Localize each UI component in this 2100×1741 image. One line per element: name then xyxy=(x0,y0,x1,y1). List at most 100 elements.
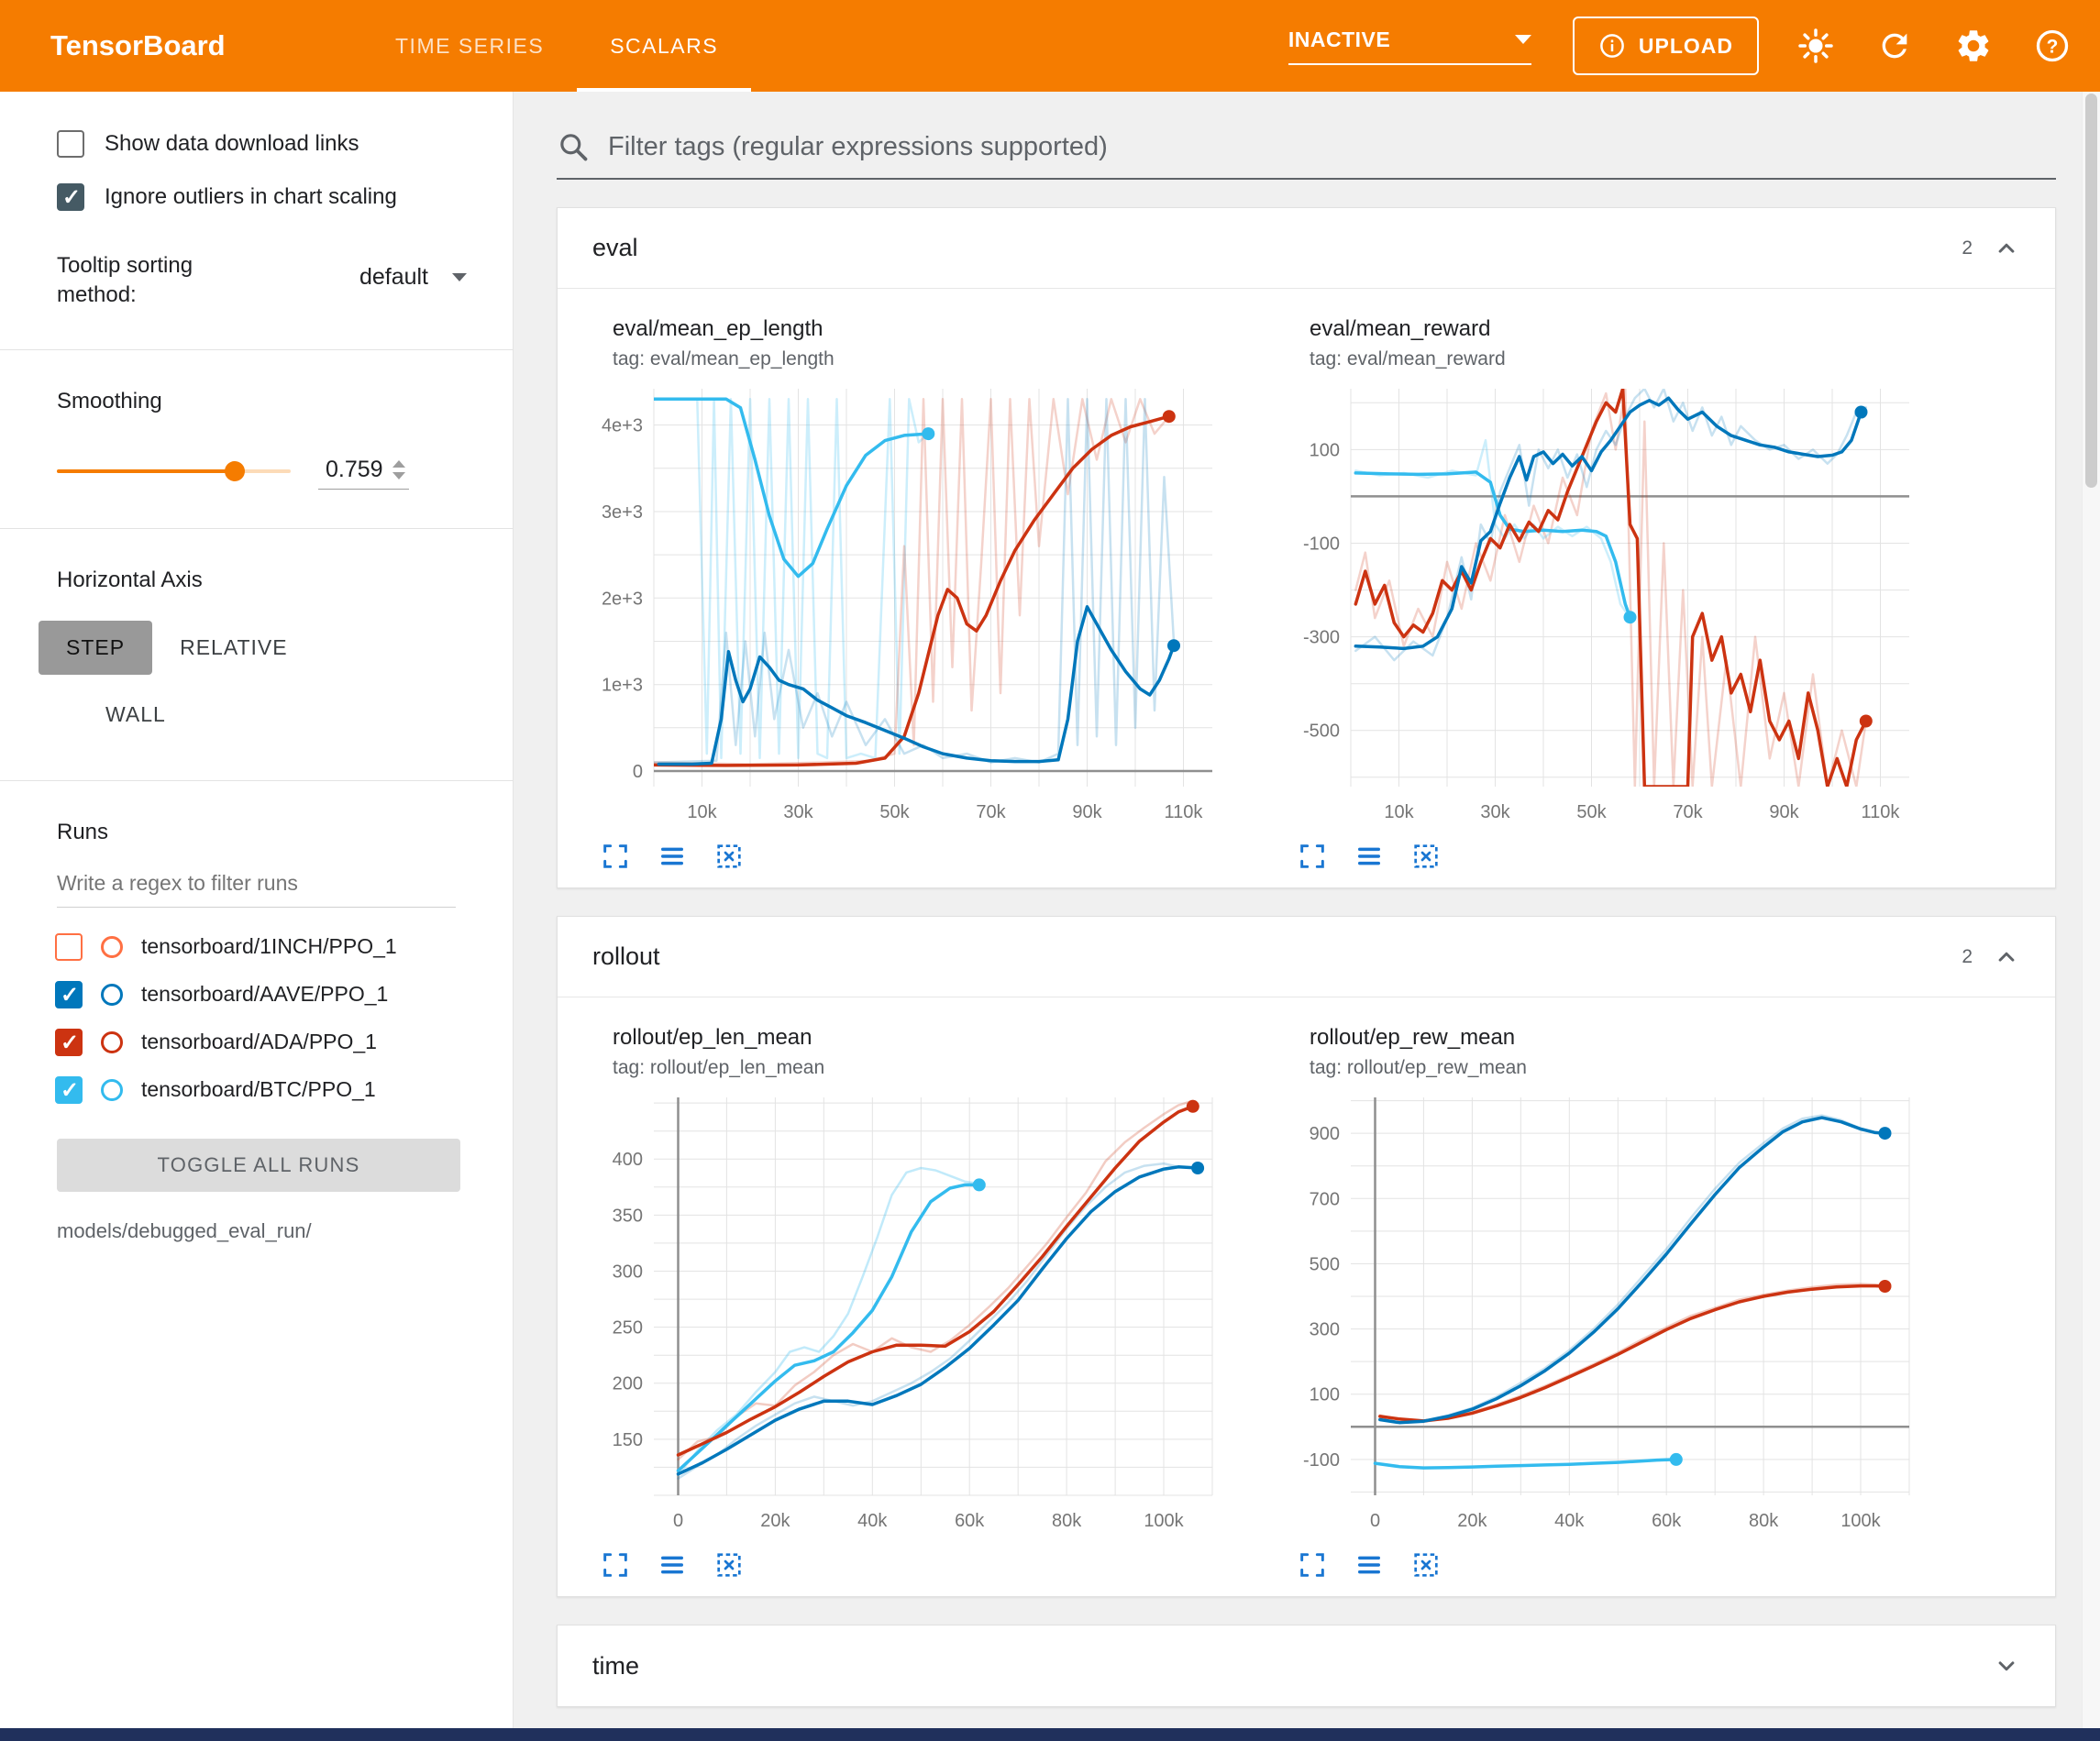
run-label: tensorboard/1INCH/PPO_1 xyxy=(141,934,397,959)
svg-text:0: 0 xyxy=(1370,1511,1380,1531)
view-data-icon[interactable] xyxy=(658,842,687,871)
run-row-btc[interactable]: tensorboard/BTC/PPO_1 xyxy=(55,1076,513,1104)
smoothing-value: 0.759 xyxy=(326,457,383,483)
svg-text:150: 150 xyxy=(613,1430,643,1450)
view-data-icon[interactable] xyxy=(658,1550,687,1580)
brightness-icon[interactable] xyxy=(1796,26,1836,66)
smoothing-input[interactable]: 0.759 xyxy=(318,453,409,490)
chart-title: eval/mean_ep_length xyxy=(613,316,1227,342)
show-download-links-row[interactable]: Show data download links xyxy=(57,130,513,158)
section-title: rollout xyxy=(592,942,660,971)
run-checkbox[interactable] xyxy=(55,981,83,1008)
axis-relative-button[interactable]: RELATIVE xyxy=(152,621,315,675)
fit-domain-icon[interactable] xyxy=(1411,842,1441,871)
app-title: TensorBoard xyxy=(50,29,326,62)
expand-chart-icon[interactable] xyxy=(1298,1550,1327,1580)
scrollbar-thumb[interactable] xyxy=(2085,94,2097,488)
dashboard-main: Filter tags (regular expressions support… xyxy=(514,92,2082,1728)
toggle-all-runs-button[interactable]: TOGGLE ALL RUNS xyxy=(57,1139,460,1192)
section-eval-header[interactable]: eval 2 xyxy=(558,208,2055,289)
chart-rollout-ep-rew-mean: rollout/ep_rew_mean tag: rollout/ep_rew_… xyxy=(1277,1025,1924,1580)
svg-text:100k: 100k xyxy=(1840,1511,1881,1531)
ignore-outliers-row[interactable]: Ignore outliers in chart scaling xyxy=(57,183,513,211)
chart-title: rollout/ep_rew_mean xyxy=(1310,1025,1924,1051)
upload-button-label: UPLOAD xyxy=(1639,34,1733,59)
smoothing-stepper[interactable] xyxy=(392,460,405,479)
section-time-header[interactable]: time xyxy=(558,1625,2055,1706)
chevron-up-icon[interactable] xyxy=(1993,235,2020,262)
section-count: 2 xyxy=(1962,237,1973,259)
help-icon[interactable]: ? xyxy=(2032,26,2072,66)
view-data-icon[interactable] xyxy=(1354,1550,1384,1580)
axis-wall-button[interactable]: WALL xyxy=(78,688,193,742)
run-color-swatch xyxy=(101,936,123,958)
run-color-swatch xyxy=(101,984,123,1006)
fit-domain-icon[interactable] xyxy=(714,1550,744,1580)
status-dropdown[interactable]: INACTIVE xyxy=(1288,28,1531,65)
runs-filter-input[interactable]: Write a regex to filter runs xyxy=(57,871,456,908)
tooltip-sorting-value: default xyxy=(359,264,428,291)
smoothing-fill xyxy=(57,469,235,473)
run-checkbox[interactable] xyxy=(55,1076,83,1104)
run-label: tensorboard/AAVE/PPO_1 xyxy=(141,982,388,1007)
svg-text:70k: 70k xyxy=(976,802,1006,822)
chart-tag: tag: eval/mean_reward xyxy=(1310,348,1924,370)
line-chart[interactable]: 020k40k60k80k100k-100100300500700900 xyxy=(1277,1086,1924,1545)
show-download-links-checkbox[interactable] xyxy=(57,130,84,158)
svg-text:100: 100 xyxy=(1310,440,1340,460)
settings-gear-icon[interactable] xyxy=(1953,26,1994,66)
fit-domain-icon[interactable] xyxy=(1411,1550,1441,1580)
chevron-up-icon[interactable] xyxy=(1993,943,2020,971)
svg-text:30k: 30k xyxy=(783,802,813,822)
view-data-icon[interactable] xyxy=(1354,842,1384,871)
svg-text:110k: 110k xyxy=(1165,802,1204,822)
svg-text:80k: 80k xyxy=(1052,1511,1082,1531)
tab-time-series[interactable]: TIME SERIES xyxy=(362,0,577,92)
chart-rollout-ep-len-mean: rollout/ep_len_mean tag: rollout/ep_len_… xyxy=(580,1025,1227,1580)
bottom-bar xyxy=(0,1728,2100,1741)
svg-text:20k: 20k xyxy=(1457,1511,1487,1531)
svg-text:900: 900 xyxy=(1310,1124,1340,1144)
settings-sidebar: Show data download links Ignore outliers… xyxy=(0,92,514,1728)
expand-chart-icon[interactable] xyxy=(601,1550,630,1580)
chart-title: rollout/ep_len_mean xyxy=(613,1025,1227,1051)
axis-step-button[interactable]: STEP xyxy=(39,621,152,675)
run-checkbox[interactable] xyxy=(55,933,83,961)
chevron-down-icon[interactable] xyxy=(1993,1652,2020,1680)
status-dropdown-value: INACTIVE xyxy=(1288,28,1390,52)
run-row-1inch[interactable]: tensorboard/1INCH/PPO_1 xyxy=(55,933,513,961)
svg-text:10k: 10k xyxy=(1384,802,1414,822)
tab-scalars[interactable]: SCALARS xyxy=(577,0,751,92)
upload-button[interactable]: UPLOAD xyxy=(1573,17,1759,75)
fit-domain-icon[interactable] xyxy=(714,842,744,871)
run-checkbox[interactable] xyxy=(55,1029,83,1056)
smoothing-slider[interactable] xyxy=(57,469,291,473)
svg-text:50k: 50k xyxy=(879,802,910,822)
svg-text:60k: 60k xyxy=(1652,1511,1682,1531)
svg-text:400: 400 xyxy=(613,1150,643,1170)
ignore-outliers-checkbox[interactable] xyxy=(57,183,84,211)
app-header: TensorBoard TIME SERIES SCALARS INACTIVE… xyxy=(0,0,2100,92)
line-chart[interactable]: 10k30k50k70k90k110k-500-300-100100 xyxy=(1277,378,1924,836)
svg-text:1e+3: 1e+3 xyxy=(602,676,643,696)
vertical-scrollbar[interactable] xyxy=(2082,92,2100,1728)
run-color-swatch xyxy=(101,1031,123,1053)
svg-text:70k: 70k xyxy=(1673,802,1703,822)
line-chart[interactable]: 020k40k60k80k100k150200250300350400 xyxy=(580,1086,1227,1545)
smoothing-slider-thumb[interactable] xyxy=(225,461,245,481)
tooltip-sorting-dropdown[interactable]: default xyxy=(359,264,467,291)
chart-tag: tag: rollout/ep_len_mean xyxy=(613,1057,1227,1079)
line-chart[interactable]: 10k30k50k70k90k110k01e+32e+33e+34e+3 xyxy=(580,378,1227,836)
refresh-icon[interactable] xyxy=(1874,26,1915,66)
svg-text:700: 700 xyxy=(1310,1189,1340,1209)
expand-chart-icon[interactable] xyxy=(601,842,630,871)
smoothing-label: Smoothing xyxy=(57,389,513,414)
run-row-ada[interactable]: tensorboard/ADA/PPO_1 xyxy=(55,1029,513,1056)
filter-tags-input[interactable]: Filter tags (regular expressions support… xyxy=(557,130,2056,180)
run-row-aave[interactable]: tensorboard/AAVE/PPO_1 xyxy=(55,981,513,1008)
expand-chart-icon[interactable] xyxy=(1298,842,1327,871)
svg-text:40k: 40k xyxy=(1554,1511,1585,1531)
main-tabs: TIME SERIES SCALARS xyxy=(362,0,751,92)
chevron-down-icon xyxy=(452,273,467,281)
section-rollout-header[interactable]: rollout 2 xyxy=(558,917,2055,997)
